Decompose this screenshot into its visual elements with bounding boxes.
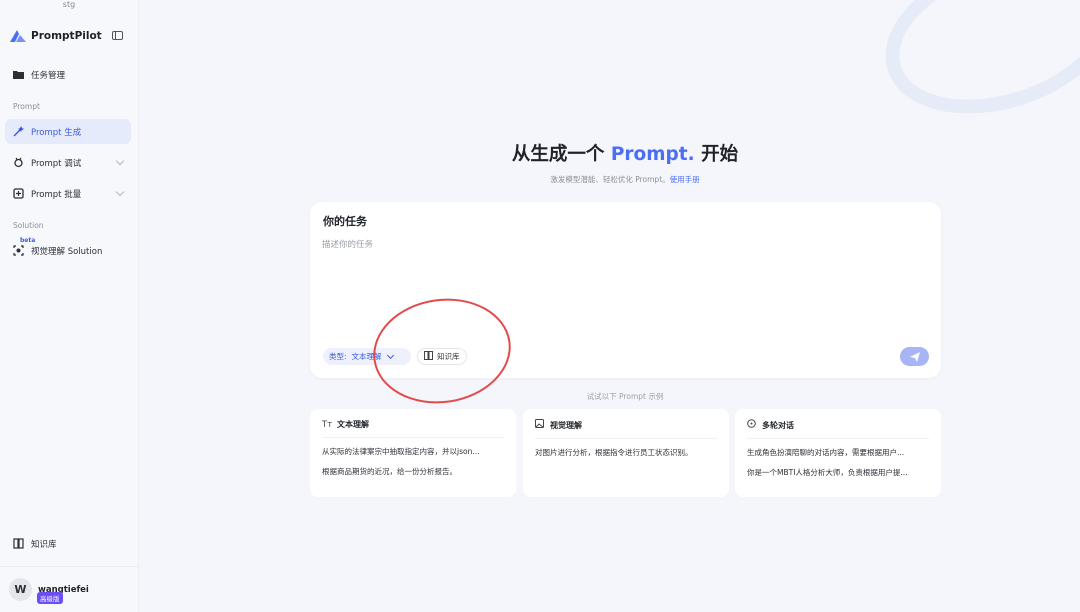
page-title: 从生成一个 Prompt. 开始 (0, 140, 1080, 166)
brand-name: PromptPilot (31, 30, 102, 42)
send-icon (909, 351, 920, 362)
type-select[interactable]: 类型: 文本理解 (323, 348, 411, 365)
user-profile[interactable]: W wangtiefei 高级版 (9, 578, 89, 604)
vision-icon (12, 245, 24, 257)
example-prompt[interactable]: 从实际的法律案宗中抽取指定内容，并以json... (322, 446, 504, 457)
magic-wand-icon (12, 126, 24, 138)
chat-icon (747, 419, 757, 431)
sidebar-item-label: Prompt 生成 (31, 127, 82, 138)
avatar: W (9, 578, 32, 601)
examples-label: 试试以下 Prompt 示例 (586, 392, 664, 401)
example-prompt[interactable]: 你是一个MBTI人格分析大师，负责根据用户提... (747, 467, 929, 478)
sidebar-toggle-icon[interactable] (112, 31, 123, 40)
example-prompt[interactable]: 对图片进行分析，根据指令进行员工状态识别。 (535, 447, 717, 458)
text-icon: Tт (322, 419, 333, 430)
title-accent: Prompt. (610, 144, 695, 165)
example-title: 视觉理解 (550, 420, 582, 430)
page-subtitle: 激发模型潜能、轻松优化 Prompt。使用手册 (0, 174, 1080, 185)
book-icon (424, 351, 433, 362)
section-prompt: Prompt (13, 102, 40, 111)
example-prompt[interactable]: 生成角色扮演陪聊的对话内容，需要根据用户... (747, 447, 929, 458)
example-title: 多轮对话 (762, 420, 794, 430)
decorative-swoosh (864, 0, 1080, 142)
title-prefix: 从生成一个 (511, 144, 605, 165)
knowledge-base-label: 知识库 (437, 352, 460, 361)
subtitle-text: 激发模型潜能、轻松优化 Prompt。 (550, 175, 670, 184)
environment-label: stg (62, 0, 76, 9)
example-card-header: Tт 文本理解 (322, 419, 504, 438)
type-label: 类型: (329, 352, 347, 361)
section-solution: Solution (13, 221, 44, 230)
sidebar-item-knowledge-base[interactable]: 知识库 (5, 531, 131, 556)
knowledge-base-button[interactable]: 知识库 (417, 348, 467, 365)
example-card-text[interactable]: Tт 文本理解 从实际的法律案宗中抽取指定内容，并以json... 根据商品期货… (310, 409, 516, 497)
sidebar-item-task-management[interactable]: 任务管理 (5, 62, 131, 87)
example-card-header: 多轮对话 (747, 419, 929, 439)
example-prompt[interactable]: 根据商品期货的近况，给一份分析报告。 (322, 466, 504, 477)
task-input[interactable] (322, 238, 922, 328)
example-card-header: 视觉理解 (535, 419, 717, 439)
chevron-down-icon (386, 351, 394, 359)
folder-icon (12, 69, 24, 81)
task-card: 你的任务 类型: 文本理解 知识库 (310, 202, 941, 378)
brand[interactable]: PromptPilot (9, 29, 102, 43)
logo-icon (10, 30, 26, 42)
sidebar-item-label: Prompt 批量 (31, 189, 82, 200)
sidebar: stg PromptPilot 任务管理 Prompt Prompt 生成 Pr… (0, 0, 139, 612)
task-title: 你的任务 (323, 215, 367, 228)
chevron-down-icon (115, 187, 125, 197)
example-title: 文本理解 (337, 420, 369, 429)
divider (0, 566, 138, 567)
book-icon (12, 538, 24, 550)
send-button[interactable] (900, 347, 929, 366)
sidebar-item-vision-solution[interactable]: 视觉理解 Solution (5, 238, 131, 263)
sidebar-item-label: 知识库 (31, 539, 57, 550)
batch-icon (12, 188, 24, 200)
plan-badge: 高级版 (37, 592, 63, 604)
example-card-chat[interactable]: 多轮对话 生成角色扮演陪聊的对话内容，需要根据用户... 你是一个MBTI人格分… (735, 409, 941, 497)
manual-link[interactable]: 使用手册 (670, 175, 700, 184)
sidebar-item-label: 任务管理 (31, 70, 66, 81)
example-card-vision[interactable]: 视觉理解 对图片进行分析，根据指令进行员工状态识别。 (523, 409, 729, 497)
title-suffix: 开始 (701, 144, 739, 165)
type-value: 文本理解 (351, 352, 382, 361)
image-icon (535, 419, 545, 431)
sidebar-item-label: 视觉理解 Solution (31, 246, 103, 257)
